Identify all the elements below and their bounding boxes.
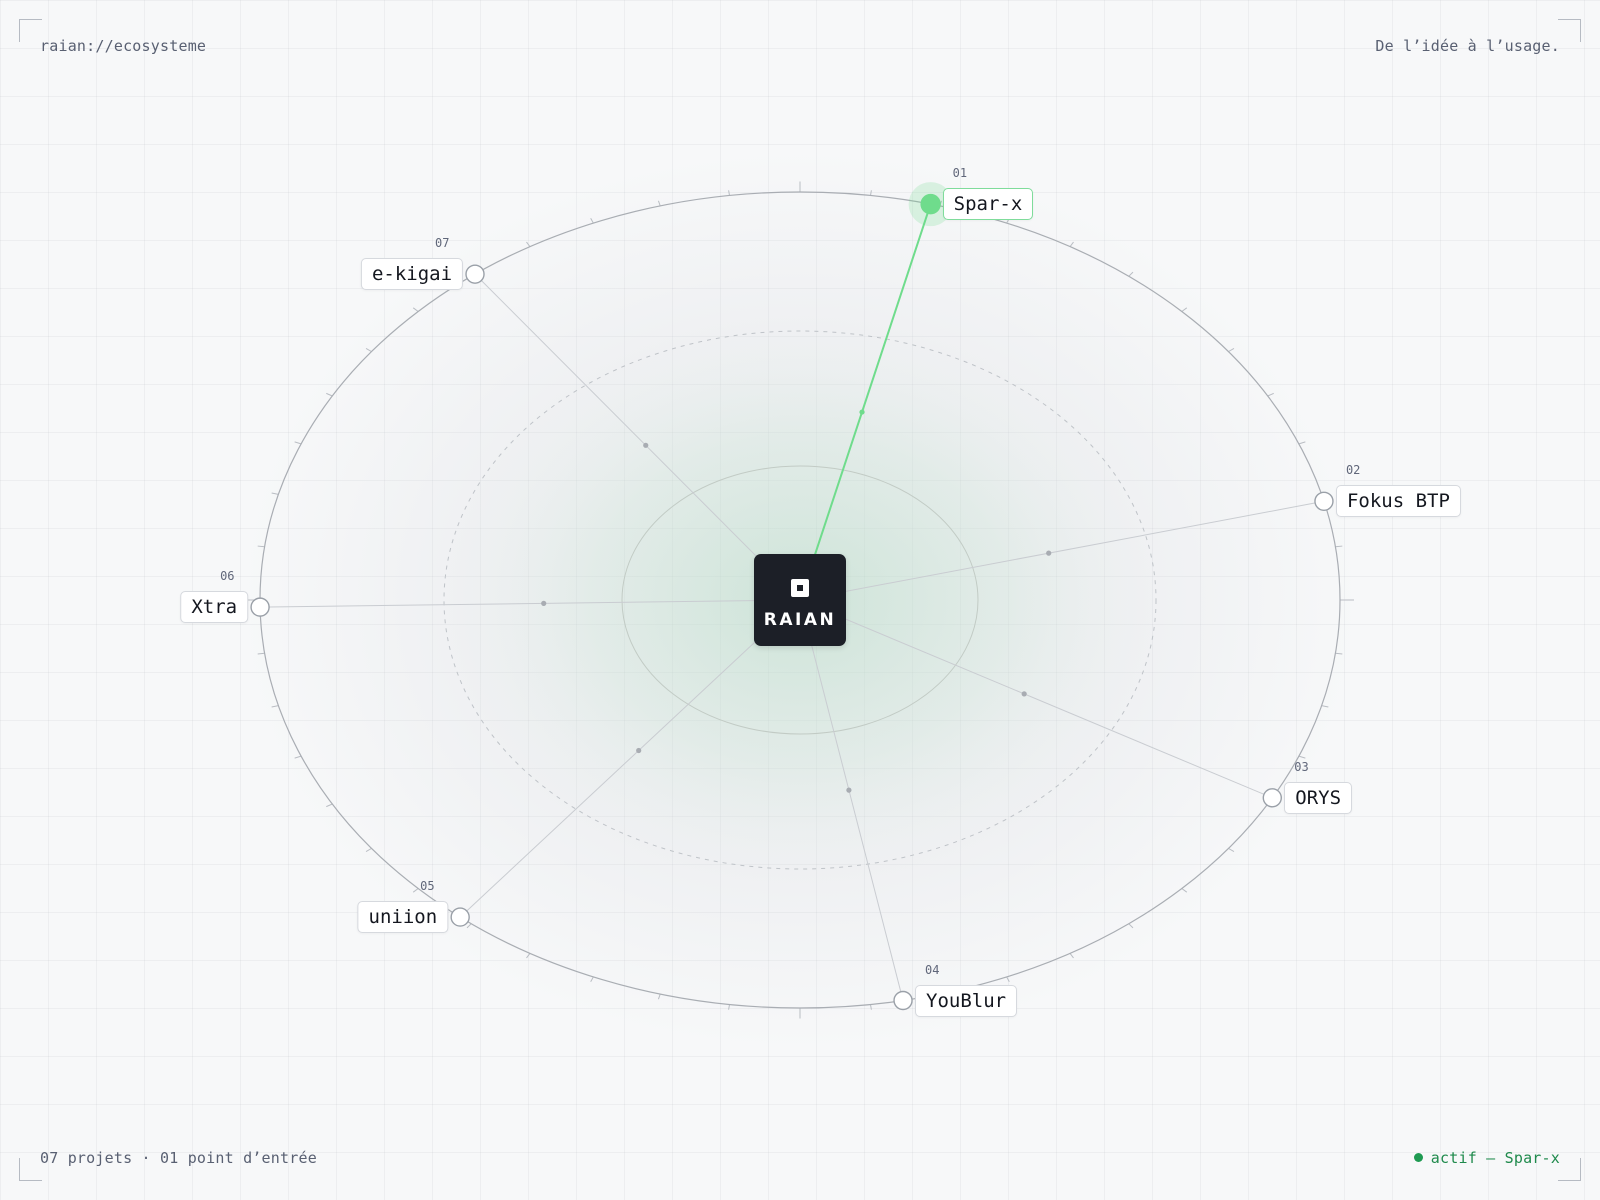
orbit-tick bbox=[271, 705, 279, 708]
connector-dot-e-kigai bbox=[643, 442, 649, 448]
node-marker-e-kigai[interactable] bbox=[465, 264, 485, 284]
node-label-xtra[interactable]: Xtra bbox=[180, 591, 249, 624]
orbit-tick bbox=[257, 652, 265, 655]
orbit-tick bbox=[271, 492, 279, 495]
node-marker-spar-x[interactable] bbox=[920, 193, 941, 215]
square-logo-icon bbox=[791, 579, 809, 597]
node-number-orys: 03 bbox=[1294, 759, 1309, 774]
node-marker-orys[interactable] bbox=[1262, 788, 1282, 808]
raian-hub[interactable]: RAIAN bbox=[754, 554, 846, 646]
orbit-tick bbox=[728, 1004, 731, 1010]
node-label-e-kigai[interactable]: e-kigai bbox=[360, 258, 464, 291]
orbit-tick bbox=[412, 307, 419, 312]
node-marker-fokus-btp[interactable] bbox=[1314, 491, 1334, 511]
node-label-fokus-btp[interactable]: Fokus BTP bbox=[1335, 485, 1461, 518]
connector-dot-uniion bbox=[636, 747, 642, 754]
orbit-tick bbox=[590, 976, 594, 983]
ecosystem-canvas: raian://ecosysteme De l’idée à l’usage. … bbox=[0, 0, 1600, 1200]
node-number-fokus-btp: 02 bbox=[1345, 463, 1361, 478]
orbit-tick bbox=[1298, 441, 1306, 445]
node-marker-uniion[interactable] bbox=[450, 907, 470, 927]
orbit-tick bbox=[1321, 705, 1329, 708]
orbit-tick bbox=[869, 190, 872, 196]
orbit-tick bbox=[326, 803, 333, 808]
orbit-tick bbox=[294, 441, 302, 445]
orbit-tick bbox=[1267, 392, 1274, 397]
node-label-spar-x[interactable]: Spar-x bbox=[942, 188, 1034, 221]
orbit-tick bbox=[326, 392, 333, 397]
orbit-tick bbox=[869, 1004, 872, 1010]
orbit-tick bbox=[1228, 847, 1235, 853]
orbit-tick bbox=[657, 200, 661, 207]
orbit-tick bbox=[466, 923, 472, 929]
connector-dot-orys bbox=[1021, 691, 1027, 697]
node-label-uniion[interactable]: uniion bbox=[357, 901, 449, 934]
node-number-spar-x: 01 bbox=[952, 166, 968, 181]
orbit-tick bbox=[526, 953, 531, 959]
orbit-tick bbox=[1128, 923, 1134, 929]
orbit-tick bbox=[728, 190, 731, 196]
connector-dot-xtra bbox=[541, 600, 547, 606]
node-label-orys[interactable]: ORYS bbox=[1284, 781, 1353, 814]
orbit-tick bbox=[1228, 347, 1235, 353]
node-number-e-kigai: 07 bbox=[435, 236, 450, 251]
orbit-tick bbox=[294, 755, 302, 759]
orbit-tick bbox=[1128, 271, 1134, 277]
orbit-tick bbox=[1181, 307, 1188, 312]
node-number-xtra: 06 bbox=[220, 569, 235, 584]
orbit-tick bbox=[1335, 545, 1343, 548]
orbit-tick bbox=[412, 888, 419, 893]
node-label-youblur[interactable]: YouBlur bbox=[915, 984, 1018, 1017]
orbit-tick bbox=[1069, 953, 1074, 959]
orbit-tick bbox=[257, 545, 265, 548]
connector-dot-spar-x bbox=[859, 409, 865, 415]
node-number-uniion: 05 bbox=[420, 879, 435, 894]
orbit-tick bbox=[526, 241, 531, 247]
connector-dot-fokus-btp bbox=[1046, 550, 1052, 556]
orbit-tick bbox=[1335, 652, 1343, 655]
orbit-tick bbox=[365, 347, 372, 353]
node-number-youblur: 04 bbox=[925, 962, 940, 977]
orbit-tick bbox=[1006, 976, 1010, 983]
orbit-tick bbox=[1069, 241, 1074, 247]
orbit-tick bbox=[590, 217, 594, 224]
node-marker-youblur[interactable] bbox=[893, 990, 913, 1011]
orbit-tick bbox=[1298, 755, 1306, 759]
connector-dot-youblur bbox=[846, 787, 852, 793]
hub-name: RAIAN bbox=[763, 610, 837, 630]
orbit-tick bbox=[657, 993, 661, 1000]
node-marker-xtra[interactable] bbox=[250, 597, 270, 617]
orbit-tick bbox=[1181, 888, 1188, 893]
orbit-tick bbox=[365, 847, 372, 853]
